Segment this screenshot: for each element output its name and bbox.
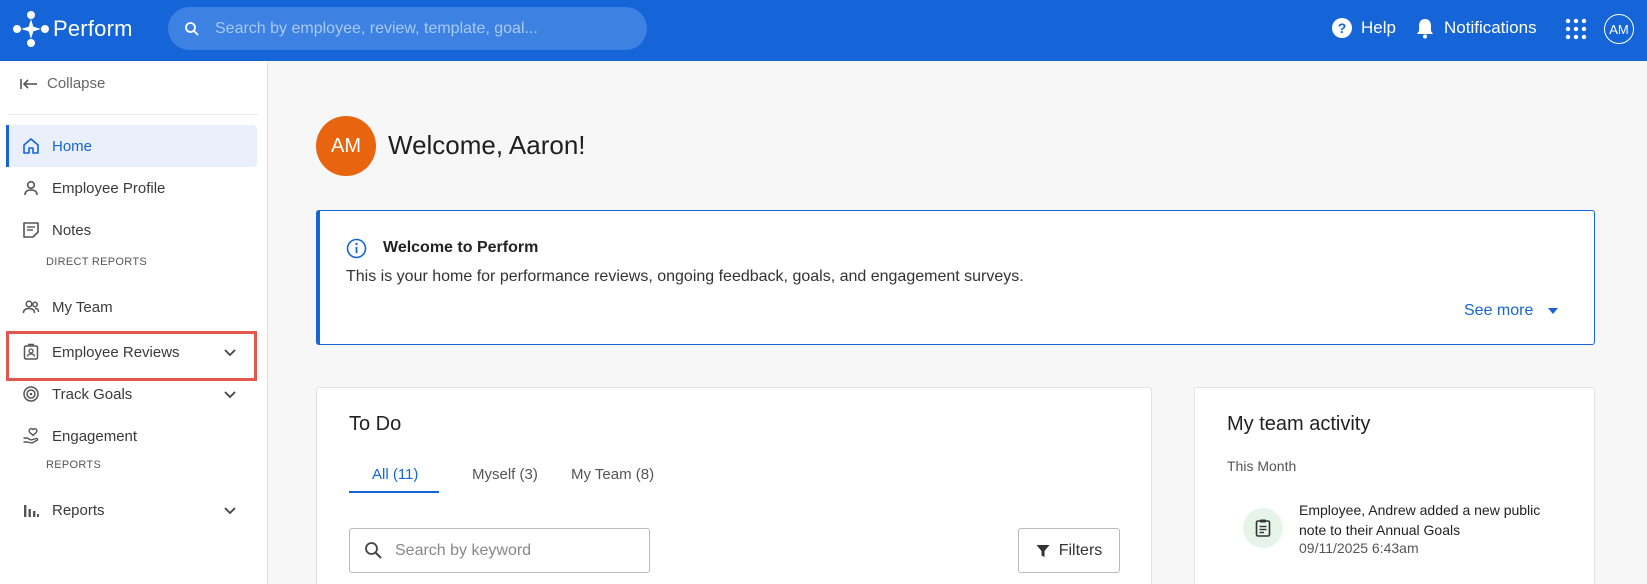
top-bar: Perform Search by employee, review, temp…: [0, 0, 1647, 61]
activity-period: This Month: [1227, 458, 1297, 474]
keyword-search-input[interactable]: Search by keyword: [349, 528, 650, 573]
filters-label: Filters: [1058, 541, 1103, 559]
info-heading: Welcome to Perform: [383, 239, 539, 256]
collapse-button[interactable]: Collapse: [20, 75, 105, 92]
help-circle-icon: ?: [1332, 18, 1352, 38]
see-more-label: See more: [1464, 302, 1534, 319]
see-more-button[interactable]: See more: [1464, 302, 1559, 320]
user-avatar[interactable]: AM: [1604, 14, 1634, 44]
global-search-placeholder: Search by employee, review, template, go…: [215, 19, 538, 37]
perform-logo-icon: [13, 11, 49, 47]
sidebar-item-employee-profile[interactable]: Employee Profile: [6, 167, 257, 209]
bar-chart-icon: [24, 505, 39, 517]
chevron-down-icon[interactable]: [223, 387, 237, 401]
todo-tabs: All (11) Myself (3) My Team (8): [349, 454, 1119, 494]
tab-all[interactable]: All (11): [372, 454, 418, 494]
hand-heart-icon: [23, 428, 39, 444]
bell-icon: [1417, 19, 1433, 39]
sidebar-item-label: Engagement: [52, 427, 138, 445]
highlight-box: [6, 331, 257, 381]
note-icon: [23, 222, 39, 238]
page-title: Welcome, Aaron!: [388, 130, 586, 160]
sidebar-item-engagement[interactable]: Engagement: [6, 415, 257, 457]
collapse-arrow-icon: [20, 78, 37, 89]
sidebar-item-label: Reports: [52, 501, 105, 519]
todo-card: To Do All (11) Myself (3) My Team (8) Se…: [316, 387, 1152, 584]
clipboard-icon: [1255, 519, 1271, 537]
welcome-avatar: AM: [316, 116, 376, 176]
filter-icon: [1036, 544, 1050, 557]
person-icon: [24, 180, 38, 196]
team-activity-card: My team activity This Month Employee, An…: [1194, 387, 1595, 584]
filters-button[interactable]: Filters: [1018, 528, 1120, 573]
target-icon: [23, 386, 39, 402]
welcome-info-banner: Welcome to Perform This is your home for…: [316, 210, 1595, 345]
collapse-label: Collapse: [47, 75, 106, 92]
tab-my-team[interactable]: My Team (8): [571, 454, 654, 494]
sidebar-item-label: Track Goals: [52, 385, 133, 403]
keyword-search-placeholder: Search by keyword: [395, 541, 532, 559]
activity-item-icon: [1243, 508, 1283, 548]
caret-down-icon: [1548, 308, 1559, 314]
notifications-button[interactable]: Notifications: [1415, 17, 1537, 39]
chevron-down-icon[interactable]: [223, 503, 237, 517]
sidebar-divider: [8, 114, 258, 115]
global-search-input[interactable]: Search by employee, review, template, go…: [168, 7, 647, 50]
home-icon: [23, 138, 39, 154]
sidebar-item-reports[interactable]: Reports: [6, 489, 257, 531]
todo-title: To Do: [349, 413, 402, 435]
section-label-direct-reports: DIRECT REPORTS: [46, 256, 147, 268]
help-button[interactable]: ? Help: [1331, 17, 1396, 39]
section-label-reports: REPORTS: [46, 459, 102, 471]
tab-myself[interactable]: Myself (3): [472, 454, 538, 494]
info-icon: [346, 238, 367, 259]
notifications-label: Notifications: [1444, 18, 1537, 37]
activity-item-text[interactable]: Employee, Andrew added a new public note…: [1299, 500, 1559, 540]
sidebar-item-label: Employee Profile: [52, 179, 166, 197]
active-indicator: [6, 125, 9, 167]
search-icon: [365, 542, 382, 559]
sidebar-item-notes[interactable]: Notes: [6, 209, 257, 251]
sidebar: Collapse Home Employee Profile Notes DIR…: [0, 61, 268, 584]
team-icon: [22, 300, 40, 314]
sidebar-item-label: Notes: [52, 221, 92, 239]
search-icon: [185, 21, 199, 36]
activity-item-time: 09/11/2025 6:43am: [1299, 540, 1419, 556]
info-body: This is your home for performance review…: [346, 268, 1024, 285]
sidebar-item-my-team[interactable]: My Team: [6, 286, 257, 328]
perform-logo[interactable]: Perform: [13, 10, 133, 48]
help-label: Help: [1361, 18, 1396, 37]
activity-title: My team activity: [1227, 413, 1371, 435]
sidebar-item-label: Home: [52, 137, 93, 155]
svg-text:?: ?: [1338, 20, 1347, 36]
sidebar-item-home[interactable]: Home: [6, 125, 257, 167]
sidebar-item-label: My Team: [52, 298, 113, 316]
active-tab-underline: [349, 491, 439, 493]
app-grid-icon[interactable]: [1565, 18, 1587, 40]
app-name: Perform: [53, 16, 133, 41]
